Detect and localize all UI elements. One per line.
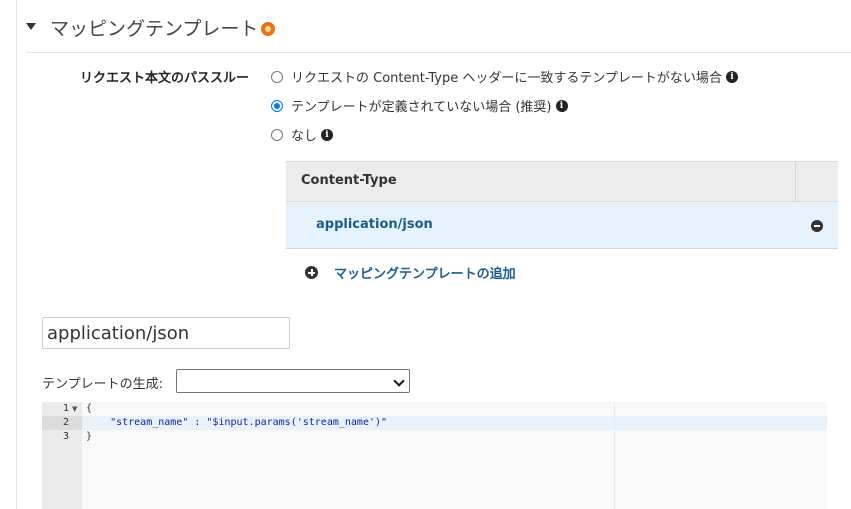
caret-down-icon[interactable] [26,23,36,30]
radio-button[interactable] [271,70,283,83]
code-line[interactable]: "stream_name" : "$input.params('stream_n… [86,416,387,430]
minus-circle-icon[interactable] [811,220,823,232]
content-type-table: Content-Type application/json [286,161,838,249]
add-mapping-template-button[interactable]: マッピングテンプレートの追加 [305,263,516,282]
radio-button-selected[interactable] [271,99,283,112]
add-mapping-template-link[interactable]: マッピングテンプレートの追加 [334,263,516,282]
line-number: 3 [62,431,69,442]
column-header-content-type: Content-Type [301,173,397,188]
info-icon[interactable]: i [725,70,738,83]
passthrough-label: リクエスト本文のパススルー [80,71,250,86]
line-number: 2 [62,417,69,428]
mapping-template-section-header[interactable]: マッピングテンプレート [26,12,851,53]
generate-template-label: テンプレートの生成: [42,377,163,392]
print-margin [614,402,615,509]
radio-label: なし [291,129,318,144]
passthrough-option-never[interactable]: なし i [271,125,334,144]
info-icon[interactable]: i [321,128,334,141]
passthrough-option-when-no-match[interactable]: リクエストの Content-Type ヘッダーに一致するテンプレートがない場合… [271,67,738,86]
column-divider [795,162,796,201]
left-border [16,0,17,509]
content-type-link[interactable]: application/json [316,217,433,232]
content-type-input[interactable] [42,317,290,349]
generate-template-select[interactable] [176,369,410,393]
warning-dot-icon [261,22,276,36]
passthrough-option-when-no-templates[interactable]: テンプレートが定義されていない場合 (推奨) i [271,96,568,115]
table-header: Content-Type [286,161,838,202]
radio-label: テンプレートが定義されていない場合 (推奨) [291,100,552,115]
radio-label: リクエストの Content-Type ヘッダーに一致するテンプレートがない場合 [291,71,722,86]
section-title: マッピングテンプレート [50,14,276,41]
line-number: 1 [62,403,69,414]
code-line[interactable]: } [86,430,92,444]
plus-circle-icon[interactable] [305,266,318,279]
code-line[interactable]: { [86,402,92,416]
radio-button[interactable] [271,128,283,141]
table-row[interactable]: application/json [286,202,838,249]
fold-arrow-icon[interactable]: ▼ [72,405,77,413]
info-icon[interactable]: i [555,99,568,112]
code-editor[interactable]: 1 ▼ 2 3 { "stream_name" : "$input.params… [42,402,827,509]
